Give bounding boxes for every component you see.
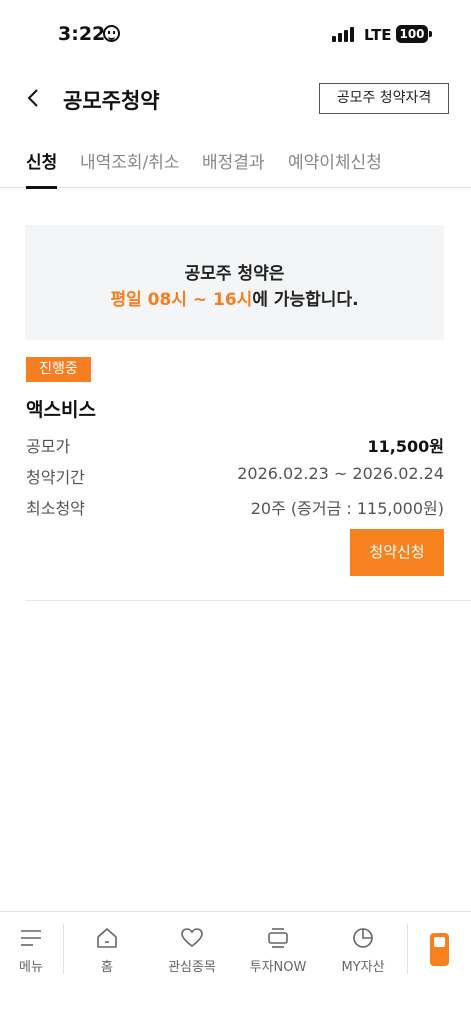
nav-label: 홈	[101, 960, 113, 975]
nav-invest-now[interactable]: 투자NOW	[238, 926, 318, 975]
notice-line1: 공모주 청약은	[184, 264, 285, 284]
notice-box: 공모주 청약은 평일 08시 ~ 16시에 가능합니다.	[25, 225, 444, 340]
status-badge: 진행중	[26, 357, 91, 382]
tab-apply[interactable]: 신청	[26, 148, 58, 189]
layers-icon	[268, 928, 288, 948]
row-label: 청약기간	[26, 468, 85, 487]
notice-line2: 평일 08시 ~ 16시에 가능합니다.	[25, 285, 444, 310]
row-value: 2026.02.23 ~ 2026.02.24	[237, 464, 444, 483]
tab-history[interactable]: 내역조회/취소	[80, 148, 180, 188]
nav-watchlist[interactable]: 관심종목	[152, 926, 232, 975]
menu-icon	[21, 930, 41, 946]
nav-separator	[63, 924, 64, 974]
battery-icon: 100	[396, 25, 432, 43]
offer-price-row: 공모가 11,500원	[26, 433, 444, 457]
heart-icon	[181, 928, 203, 948]
network-type: LTE	[364, 26, 392, 44]
status-bar: 3:22 LTE 100	[0, 0, 471, 70]
row-value: 20주 (증거금 : 115,000원)	[250, 499, 444, 518]
nav-label: 투자NOW	[249, 960, 307, 975]
row-label: 공모가	[26, 437, 71, 456]
tab-bar: 신청 내역조회/취소 배정결과 예약이체신청	[0, 140, 471, 189]
subscription-period-row: 청약기간 2026.02.23 ~ 2026.02.24	[26, 464, 444, 488]
status-time: 3:22	[58, 23, 106, 45]
nav-label: 메뉴	[19, 960, 43, 975]
nav-home[interactable]: 홈	[67, 926, 147, 975]
tab-allocation-result[interactable]: 배정결과	[202, 148, 265, 188]
bottom-nav: 메뉴 홈 관심종목 투자NOW MY자산	[0, 911, 471, 1024]
divider	[26, 600, 471, 601]
stock-name: 액스비스	[26, 399, 96, 421]
nav-label: 관심종목	[168, 960, 216, 975]
nav-menu[interactable]: 메뉴	[0, 926, 71, 975]
tab-scheduled-transfer[interactable]: 예약이체신청	[288, 148, 382, 188]
smiley-icon	[103, 25, 120, 42]
subscription-qualification-button[interactable]: 공모주 청약자격	[319, 83, 449, 114]
row-value: 11,500원	[367, 437, 444, 456]
notice-hours: 평일 08시 ~ 16시	[110, 290, 253, 310]
page-title: 공모주청약	[63, 89, 160, 113]
signal-icon	[332, 26, 356, 42]
header: 공모주청약 공모주 청약자격	[0, 70, 471, 126]
notice-line2-rest: 에 가능합니다.	[252, 290, 359, 310]
nav-my-assets[interactable]: MY자산	[323, 926, 403, 975]
nav-separator	[407, 924, 408, 974]
back-icon[interactable]	[24, 88, 44, 108]
row-label: 최소청약	[26, 499, 85, 518]
phone-icon[interactable]	[430, 933, 449, 966]
pie-chart-icon	[353, 928, 373, 948]
home-icon	[97, 928, 117, 948]
nav-label: MY자산	[341, 960, 385, 975]
minimum-subscription-row: 최소청약 20주 (증거금 : 115,000원)	[26, 495, 444, 519]
apply-subscription-button[interactable]: 청약신청	[350, 529, 444, 576]
